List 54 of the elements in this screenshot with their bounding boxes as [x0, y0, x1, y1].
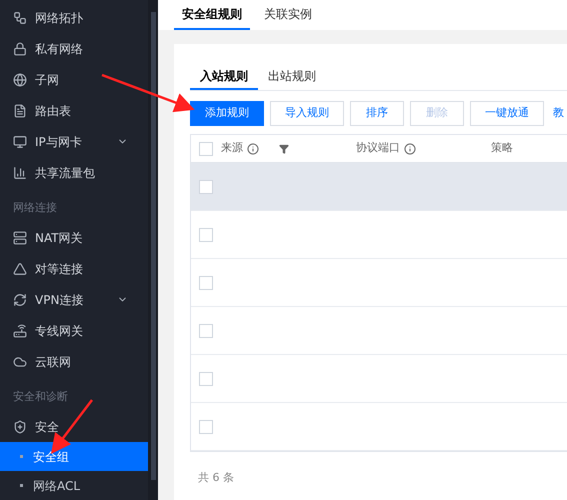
link[interactable]: 教	[550, 101, 567, 126]
document-icon	[13, 104, 27, 118]
checkbox[interactable]	[199, 276, 213, 290]
sidebar-item[interactable]: 私有网络	[0, 33, 148, 64]
globe-icon	[13, 72, 27, 86]
table-row[interactable]	[191, 163, 567, 211]
router-icon	[13, 324, 27, 338]
refresh-icon	[13, 292, 27, 306]
server-icon	[13, 230, 27, 244]
section-heading: 网络连接	[13, 200, 57, 216]
toolbar-button[interactable]: 添加规则	[190, 101, 264, 126]
checkbox[interactable]	[199, 142, 213, 156]
toolbar-button[interactable]: 导入规则	[270, 101, 344, 126]
chart-icon	[13, 166, 27, 180]
sidebar-item[interactable]: 对等连接	[0, 253, 148, 284]
toolbar-button[interactable]: 一键放通	[470, 101, 544, 126]
section-heading: 安全和诊断	[13, 388, 68, 404]
column-header: 协议端口	[356, 140, 400, 156]
toolbar-button[interactable]: 排序	[350, 101, 404, 126]
sidebar-item[interactable]: 专线网关	[0, 315, 148, 346]
sidebar-item[interactable]: IP与网卡	[0, 126, 148, 157]
column-header: 来源	[221, 140, 243, 156]
tab[interactable]: 关联实例	[256, 0, 320, 30]
sidebar-item[interactable]: 安全组	[0, 442, 148, 471]
monitor-icon	[13, 134, 27, 148]
tab[interactable]: 安全组规则	[174, 0, 250, 30]
checkbox[interactable]	[199, 420, 213, 434]
info-icon[interactable]	[247, 142, 259, 154]
network-icon	[13, 10, 27, 24]
tab[interactable]: 出站规则	[258, 64, 326, 90]
sidebar-item[interactable]: 网络拓扑	[0, 2, 148, 33]
total-count: 共 6 条	[198, 471, 234, 484]
shield-icon	[13, 420, 27, 434]
checkbox[interactable]	[199, 324, 213, 338]
sidebar-item[interactable]: NAT网关	[0, 222, 148, 253]
lock-icon	[13, 42, 27, 56]
checkbox[interactable]	[199, 228, 213, 242]
sidebar-item[interactable]: 安全	[0, 411, 148, 442]
info-icon[interactable]	[404, 142, 416, 154]
bullet-icon	[20, 484, 23, 487]
bullet-icon	[20, 455, 23, 458]
checkbox[interactable]	[199, 180, 213, 194]
sidebar-item[interactable]: VPN连接	[0, 284, 148, 315]
cloud-icon	[13, 354, 27, 368]
sidebar-item[interactable]: 云联网	[0, 346, 148, 377]
tab[interactable]: 入站规则	[190, 64, 258, 90]
sidebar-item[interactable]: 共享流量包	[0, 157, 148, 188]
checkbox[interactable]	[199, 372, 213, 386]
triangle-icon	[13, 262, 27, 276]
filter-icon[interactable]	[279, 144, 289, 154]
column-header: 策略	[491, 140, 513, 156]
sidebar-item[interactable]: 路由表	[0, 95, 148, 126]
sidebar-item[interactable]: 子网	[0, 64, 148, 95]
sidebar-item[interactable]: 网络ACL	[0, 471, 148, 500]
